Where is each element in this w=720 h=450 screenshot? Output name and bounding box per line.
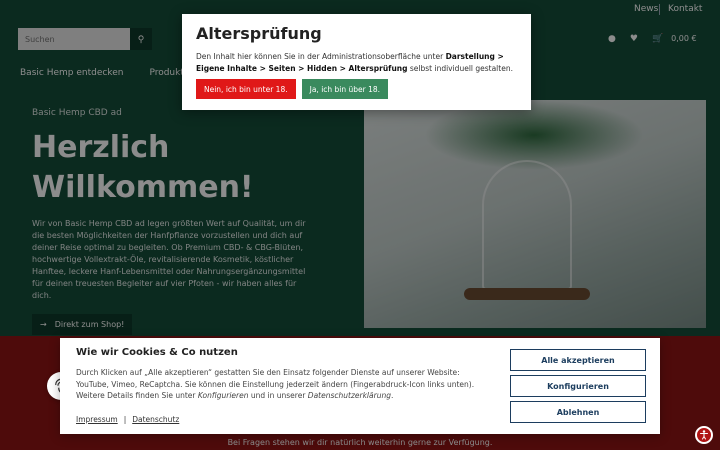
accessibility-icon[interactable] bbox=[695, 426, 713, 444]
datenschutz-link[interactable]: Datenschutz bbox=[132, 415, 179, 424]
over-18-button[interactable]: Ja, ich bin über 18. bbox=[301, 79, 389, 99]
cookie-text-configure: Konfigurieren bbox=[197, 391, 249, 400]
configure-button[interactable]: Konfigurieren bbox=[510, 375, 646, 397]
links-separator: | bbox=[123, 415, 127, 424]
modal-title: Altersprüfung bbox=[196, 24, 322, 43]
under-18-button[interactable]: Nein, ich bin unter 18. bbox=[196, 79, 296, 99]
cookie-text-c: . bbox=[390, 391, 394, 400]
modal-buttons: Nein, ich bin unter 18. Ja, ich bin über… bbox=[196, 79, 517, 99]
age-verification-modal: Altersprüfung Den Inhalt hier können Sie… bbox=[182, 14, 531, 110]
cookie-text: Durch Klicken auf „Alle akzeptieren“ ges… bbox=[76, 367, 494, 402]
decline-button[interactable]: Ablehnen bbox=[510, 401, 646, 423]
accept-all-button[interactable]: Alle akzeptieren bbox=[510, 349, 646, 371]
cookie-title: Wie wir Cookies & Co nutzen bbox=[76, 347, 238, 358]
modal-text-prefix: Den Inhalt hier können Sie in der Admini… bbox=[196, 52, 446, 61]
impressum-link[interactable]: Impressum bbox=[76, 415, 118, 424]
modal-text: Den Inhalt hier können Sie in der Admini… bbox=[196, 51, 517, 75]
cookie-banner: Wie wir Cookies & Co nutzen Durch Klicke… bbox=[60, 338, 660, 434]
cookie-links: Impressum | Datenschutz bbox=[76, 415, 179, 424]
cookie-text-privacy: Datenschutzerklärung bbox=[307, 391, 391, 400]
modal-text-suffix: selbst individuell gestalten. bbox=[407, 64, 513, 73]
cookie-text-b: und in unserer bbox=[248, 391, 308, 400]
